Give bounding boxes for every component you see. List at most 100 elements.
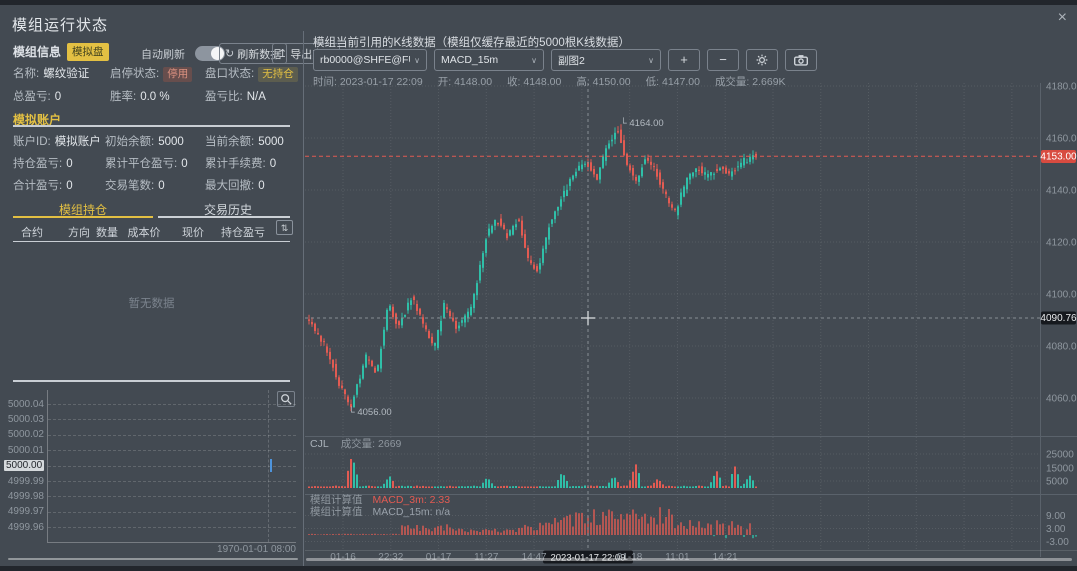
indicator-select[interactable]: MACD_15m∨: [434, 49, 544, 71]
page-edge-top: [0, 0, 1077, 5]
equity-y-tick: 4999.96: [4, 522, 44, 533]
high-low-markers: └ 4164.00└ 4056.00: [348, 117, 664, 418]
table-header-divider: [13, 241, 290, 242]
camera-icon: [794, 54, 808, 66]
ohlc-info: 时间: 2023-01-17 22:09 开: 4148.00 收: 4148.00…: [313, 74, 786, 89]
equity-gridline: [48, 481, 296, 482]
table-header-6: 持仓盈亏: [221, 224, 265, 240]
ohlc-item: 时间: 2023-01-17 22:09: [313, 74, 423, 89]
chevron-down-icon: ∨: [414, 56, 420, 65]
svg-text:4140.00: 4140.00: [1046, 186, 1077, 197]
equity-y-tick: 5000.04: [4, 399, 44, 410]
module-status-modal: 模组运行状态 × 模组信息模拟盘 自动刷新 ↻刷新数据 ↥导出交易 名称:螺纹验…: [0, 5, 1077, 566]
left-scrollbar[interactable]: [8, 558, 298, 560]
svg-text:3.00: 3.00: [1046, 524, 1066, 535]
crosshair-price-badge: 4090.76: [1040, 312, 1077, 325]
table-header-3: 数量: [96, 224, 118, 240]
equity-mini-chart[interactable]: 1970-01-01 08:00 5000.04 5000.03 5000.02 50…: [0, 388, 303, 553]
ohlc-item: 高: 4150.00: [576, 74, 630, 89]
account-field: 当前余额:5000: [205, 133, 284, 149]
svg-text:4120.00: 4120.00: [1046, 238, 1077, 249]
chart-controls: rb0000@SHFE@FUTURES∨ MACD_15m∨ 副图2∨ + −: [313, 49, 817, 71]
account-field: 累计平仓盈亏:0: [105, 155, 188, 171]
last-price-line: 4153.00: [305, 150, 1077, 163]
crosshair: [305, 83, 1041, 550]
equity-gridline: [48, 466, 296, 467]
active-tab-underline: [13, 216, 153, 218]
ohlc-item: 低: 4147.00: [646, 74, 700, 89]
symbol-select[interactable]: rb0000@SHFE@FUTURES∨: [313, 49, 427, 71]
account-field: 最大回撤:0: [205, 177, 265, 193]
info-field: 盈亏比:N/A: [205, 88, 266, 104]
info-field: 启停状态:停用: [110, 65, 192, 81]
settings-button[interactable]: [746, 49, 778, 71]
auto-refresh-label: 自动刷新: [141, 46, 185, 62]
candles: [308, 124, 757, 411]
account-field: 账户ID:模拟账户: [13, 133, 101, 149]
info-field: 盘口状态:无持仓: [205, 65, 298, 81]
info-field: 总盈亏:0: [13, 88, 61, 104]
table-header-4: 成本价: [128, 224, 161, 240]
inactive-tab-underline: [158, 216, 290, 218]
volume-bars: [308, 459, 757, 488]
divider: [13, 380, 290, 382]
account-field: 持仓盈亏:0: [13, 155, 73, 171]
table-header-2: 方向: [68, 224, 90, 240]
ohlc-item: 开: 4148.00: [438, 74, 492, 89]
svg-text:4060.00: 4060.00: [1046, 394, 1077, 405]
kline-title: 模组当前引用的K线数据（模组仅缓存最近的5000根K线数据）: [313, 34, 630, 50]
chevron-down-icon: ∨: [531, 56, 537, 65]
subchart-select[interactable]: 副图2∨: [551, 49, 661, 71]
left-panel: 模组信息模拟盘 自动刷新 ↻刷新数据 ↥导出交易 名称:螺纹验证启停状态:停用盘…: [0, 5, 303, 566]
gridlines: [305, 83, 1041, 550]
svg-text:-3.00: -3.00: [1046, 537, 1069, 548]
kline-chart[interactable]: 4153.00└ 4164.00└ 4056.004090.762023-01-…: [305, 5, 1077, 571]
equity-current-tick: 5000.00: [4, 460, 44, 471]
equity-gridline: [48, 419, 296, 420]
svg-text:4080.00: 4080.00: [1046, 342, 1077, 353]
equity-gridline: [48, 512, 296, 513]
page-edge-bottom: [0, 566, 1077, 571]
pane-separators: [305, 83, 1077, 557]
svg-text:4090.76: 4090.76: [1040, 313, 1077, 324]
equity-y-tick: 4999.97: [4, 506, 44, 517]
chart-scrollbar[interactable]: [306, 558, 1072, 561]
equity-gridline: [48, 435, 296, 436]
divider: [13, 125, 290, 127]
ohlc-item: 成交量: 2.669K: [715, 74, 786, 89]
svg-text:4180.00: 4180.00: [1046, 82, 1077, 93]
equity-gridline: [48, 450, 296, 451]
equity-gridline: [48, 404, 296, 405]
info-field: 胜率:0.0 %: [110, 88, 170, 104]
table-settings-icon[interactable]: ⇅: [276, 220, 293, 235]
equity-x-label: 1970-01-01 08:00: [217, 544, 296, 555]
export-icon: ↥: [278, 47, 287, 60]
sim-mode-badge: 模拟盘: [67, 43, 109, 61]
account-field: 初始余额:5000: [105, 133, 184, 149]
svg-text:15000: 15000: [1046, 464, 1074, 475]
chevron-down-icon: ∨: [648, 56, 654, 65]
crosshair-cursor: [581, 311, 595, 325]
panel-divider: [303, 31, 304, 566]
equity-value-mark: [270, 459, 272, 472]
screenshot-button[interactable]: [785, 49, 817, 71]
table-header-5: 现价: [182, 224, 204, 240]
equity-gridline: [48, 527, 296, 528]
equity-y-tick: 4999.98: [4, 491, 44, 502]
zoom-out-button[interactable]: −: [707, 49, 739, 71]
svg-text:9.00: 9.00: [1046, 511, 1066, 522]
equity-y-tick: 5000.03: [4, 414, 44, 425]
equity-x-axis: [47, 542, 296, 543]
macd-pane-label: 模组计算值MACD_3m: 2.33: [310, 493, 450, 506]
volume-pane-label: CJL成交量: 2669: [310, 437, 402, 450]
equity-y-tick: 4999.99: [4, 476, 44, 487]
zoom-in-button[interactable]: +: [668, 49, 700, 71]
empty-state: 暂无数据: [0, 295, 303, 311]
info-field: 名称:螺纹验证: [13, 65, 89, 81]
ohlc-item: 收: 4148.00: [507, 74, 561, 89]
equity-y-tick: 5000.02: [4, 429, 44, 440]
svg-text:4160.00: 4160.00: [1046, 134, 1077, 145]
svg-text:└ 4056.00: └ 4056.00: [348, 406, 392, 418]
svg-text:25000: 25000: [1046, 450, 1074, 461]
account-field: 合计盈亏:0: [13, 177, 73, 193]
